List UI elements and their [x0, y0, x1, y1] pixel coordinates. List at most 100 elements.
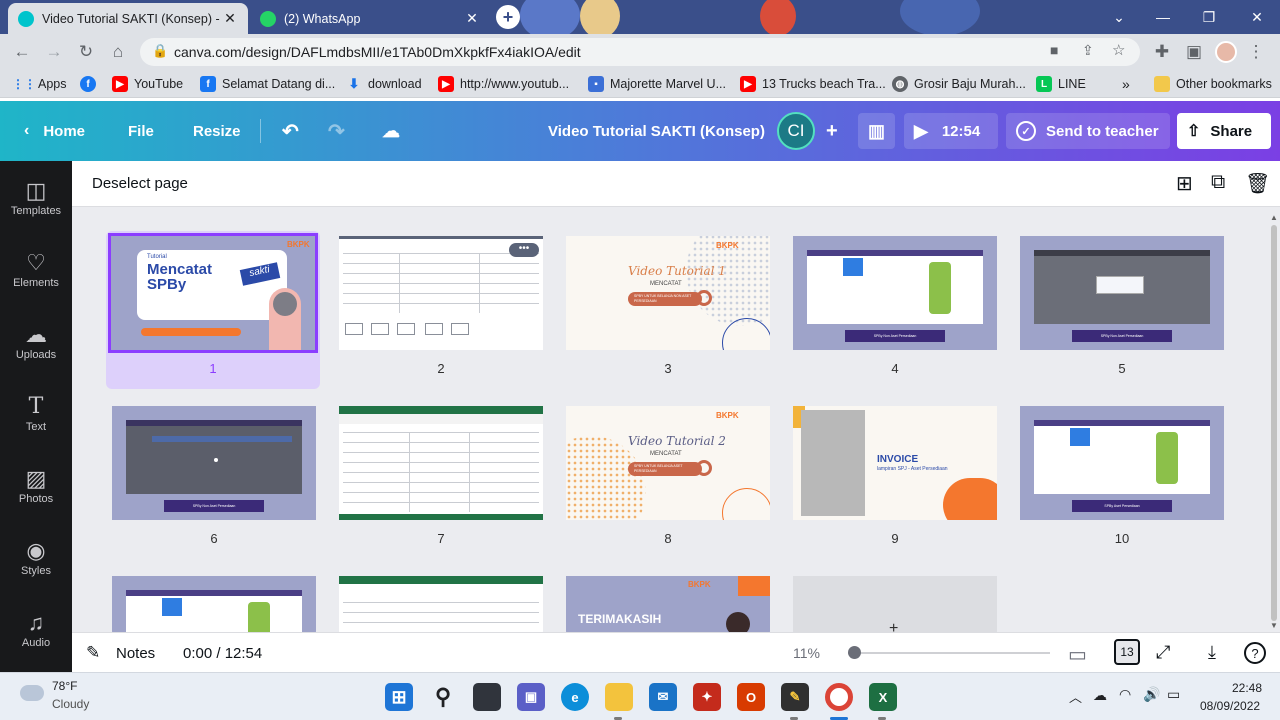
page-thumbnail[interactable]	[107, 571, 321, 632]
resize-button[interactable]: Resize	[183, 113, 251, 149]
redo-icon[interactable]: ↷	[318, 113, 355, 149]
deselect-page-button[interactable]: Deselect page	[92, 175, 188, 192]
notes-button[interactable]: Notes	[116, 645, 155, 662]
bookmark-apps[interactable]: ⋮⋮ Apps	[12, 75, 67, 93]
bookmark-majorette[interactable]: ▪ Majorette Marvel U...	[588, 75, 726, 93]
page-thumbnail[interactable]	[334, 571, 548, 632]
grid-scrollbar[interactable]: ▲ ▼	[1268, 213, 1280, 632]
wifi-icon[interactable]: ◠	[1119, 686, 1131, 703]
bookmark-line[interactable]: L LINE	[1036, 75, 1086, 93]
zoom-slider-track[interactable]	[848, 652, 1050, 654]
sidebar-item-audio[interactable]: ♫ Audio	[0, 597, 72, 661]
sidebar-item-elements[interactable]: ♡ Elements	[0, 237, 72, 301]
insights-chart-icon[interactable]: ▥	[858, 113, 896, 149]
zoom-slider-handle[interactable]	[848, 646, 861, 659]
fullscreen-icon[interactable]: ⤢	[1156, 642, 1170, 663]
onedrive-cloud-icon[interactable]: ☁	[1093, 687, 1107, 704]
collaborator-avatar[interactable]: CI	[777, 112, 815, 150]
scroll-down-icon[interactable]: ▼	[1270, 621, 1278, 630]
bookmark-grosir[interactable]: ◍ Grosir Baju Murah...	[892, 75, 1026, 93]
sidebar-item-styles[interactable]: ◉ Styles	[0, 525, 72, 589]
url-text[interactable]: canva.com/design/DAFLmdbsMII/e1TAb0DmXkp…	[174, 44, 581, 60]
sidebar-item-uploads[interactable]: ☁ Uploads	[0, 309, 72, 373]
page-thumbnail[interactable]: SPBy Non Aset Persediaan 6	[107, 401, 321, 559]
omnibox[interactable]: 🔒 canva.com/design/DAFLmdbsMII/e1TAb0DmX…	[140, 38, 1140, 66]
delete-page-icon[interactable]: 🗑	[1245, 171, 1270, 196]
close-tab-icon[interactable]: ✕	[464, 10, 480, 27]
page-thumbnail[interactable]: 7	[334, 401, 548, 559]
tab-whatsapp[interactable]: (2) WhatsApp ✕	[250, 3, 490, 34]
page-thumbnail[interactable]: BKPK TERIMAKASIH	[561, 571, 775, 632]
download-presentation-icon[interactable]: ⤓	[1208, 642, 1216, 663]
duplicate-page-icon[interactable]: ⧉	[1211, 171, 1225, 194]
extensions-icon[interactable]: ✚	[1150, 40, 1174, 64]
page-thumbnail[interactable]: BKPK Video Tutorial 1 MENCATAT SPBY UNTU…	[561, 231, 775, 389]
file-explorer-icon[interactable]	[605, 683, 633, 711]
clock-time[interactable]: 22:48	[1232, 681, 1262, 695]
chrome-icon[interactable]	[825, 683, 853, 711]
chrome-menu-icon[interactable]: ⋮	[1244, 40, 1268, 64]
reload-icon[interactable]: ↻	[74, 40, 98, 64]
file-menu-button[interactable]: File	[118, 113, 164, 149]
tab-canva[interactable]: Video Tutorial SAKTI (Konsep) - V ✕	[8, 3, 248, 34]
add-collaborator-icon[interactable]: +	[816, 113, 848, 149]
forward-icon[interactable]: →	[42, 40, 66, 64]
restore-button[interactable]: ❐	[1186, 0, 1232, 34]
page-count-badge[interactable]: 13	[1114, 639, 1140, 665]
bookmark-facebook[interactable]: f	[80, 75, 102, 93]
weather-temp[interactable]: 78°F	[52, 679, 77, 693]
more-bookmarks-icon[interactable]: »	[1122, 75, 1130, 93]
page-thumbnail[interactable]: SPBy Non Aset Persediaan 4	[788, 231, 1002, 389]
battery-icon[interactable]: ▭	[1167, 686, 1180, 703]
zoom-level[interactable]: 11%	[793, 645, 820, 661]
side-panel-icon[interactable]: ▣	[1182, 40, 1206, 64]
search-icon[interactable]: ⚲	[429, 683, 457, 711]
cloud-saved-icon[interactable]: ☁	[372, 113, 410, 149]
notes-app-icon[interactable]: ✎	[781, 683, 809, 711]
home-button[interactable]: ‹ Home	[14, 113, 95, 149]
present-play-button[interactable]: ▶ 12:54	[904, 113, 998, 149]
undo-icon[interactable]: ↶	[272, 113, 309, 149]
page-thumbnail[interactable]: SPBy Aset Persediaan 10	[1015, 401, 1229, 559]
scroll-up-icon[interactable]: ▲	[1270, 213, 1278, 222]
design-title[interactable]: Video Tutorial SAKTI (Konsep)	[548, 101, 765, 161]
start-windows-icon[interactable]: ⊞	[385, 683, 413, 711]
mail-icon[interactable]: ✉	[649, 683, 677, 711]
bookmark-youtube[interactable]: ▶ YouTube	[112, 75, 183, 93]
page-thumbnail[interactable]: BKPK Video Tutorial 2 MENCATAT SPBY UNTU…	[561, 401, 775, 559]
edge-browser-icon[interactable]: e	[561, 683, 589, 711]
sidebar-item-templates[interactable]: ◫ Templates	[0, 165, 72, 229]
volume-icon[interactable]: 🔊	[1143, 686, 1160, 703]
grid-view-icon[interactable]: ▭	[1068, 642, 1087, 667]
page-thumbnail[interactable]: SPBy Non Aset Persediaan 5	[1015, 231, 1229, 389]
bookmark-youtube-link[interactable]: ▶ http://www.youtub...	[438, 75, 569, 93]
add-page-tile[interactable]: +	[788, 571, 1002, 632]
close-tab-icon[interactable]: ✕	[222, 10, 238, 27]
share-page-icon[interactable]: ⇪	[1082, 42, 1094, 59]
home-icon[interactable]: ⌂	[106, 40, 130, 64]
share-button[interactable]: ⇧ Share	[1177, 113, 1271, 149]
weather-desc[interactable]: Cloudy	[52, 697, 89, 711]
page-thumbnail[interactable]: ••• 2	[334, 231, 548, 389]
clock-date[interactable]: 08/09/2022	[1200, 699, 1260, 713]
bookmark-star-icon[interactable]: ☆	[1112, 41, 1125, 59]
send-to-teacher-button[interactable]: ✓ Send to teacher	[1006, 113, 1170, 149]
page-more-options-icon[interactable]: •••	[509, 243, 539, 257]
bookmark-selamat[interactable]: f Selamat Datang di...	[200, 75, 335, 93]
help-icon[interactable]: ?	[1244, 642, 1266, 664]
camera-icon[interactable]: ■	[1050, 42, 1058, 58]
gift-icon[interactable]: ✦	[693, 683, 721, 711]
bookmark-download[interactable]: ⬇ download	[346, 75, 422, 93]
excel-icon[interactable]: X	[869, 683, 897, 711]
sidebar-item-photos[interactable]: ▨ Photos	[0, 453, 72, 517]
tray-chevron-icon[interactable]: ︿	[1069, 687, 1082, 706]
sidebar-item-text[interactable]: T Text	[0, 381, 72, 445]
close-window-button[interactable]: ✕	[1234, 0, 1280, 34]
profile-avatar[interactable]	[1215, 41, 1237, 63]
page-thumbnail[interactable]: INVOICE lampiran SPJ - Aset Persediaan 9	[788, 401, 1002, 559]
other-bookmarks[interactable]: Other bookmarks	[1154, 75, 1272, 93]
task-view-icon[interactable]	[473, 683, 501, 711]
new-tab-button[interactable]: +	[496, 5, 520, 29]
notes-icon[interactable]: ✎	[86, 643, 100, 663]
bookmark-trucks[interactable]: ▶ 13 Trucks beach Tra...	[740, 75, 886, 93]
